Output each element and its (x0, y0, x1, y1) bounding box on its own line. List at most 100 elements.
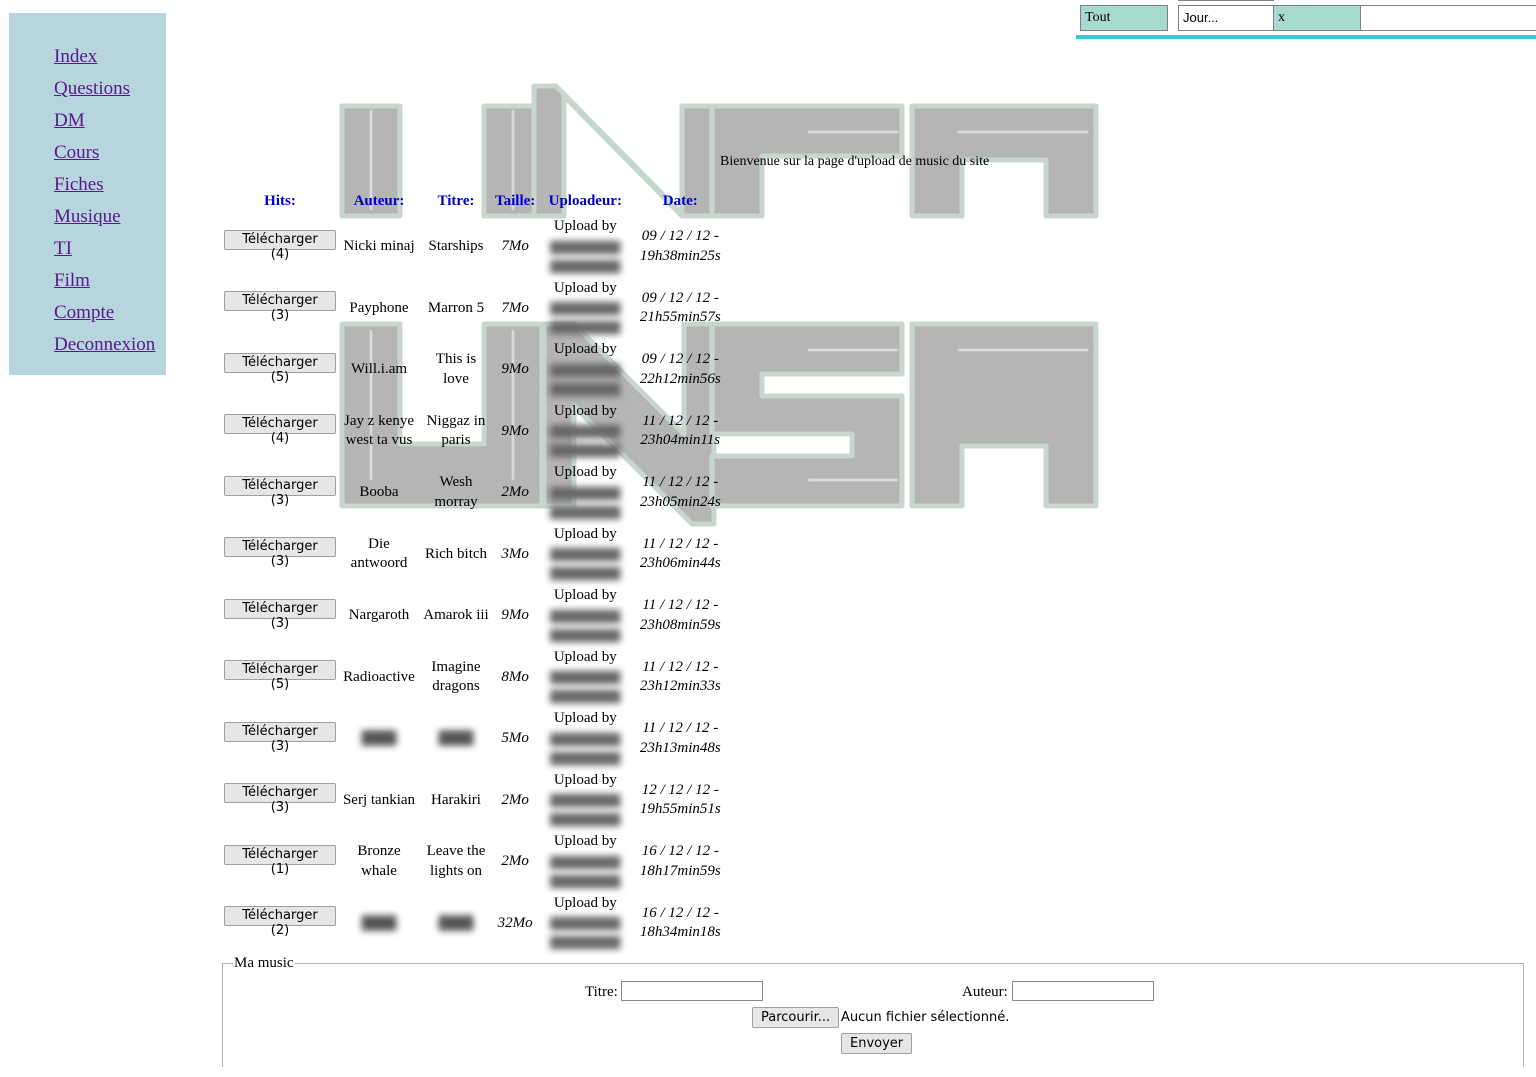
auteur-cell: Payphone (349, 299, 409, 316)
taille-cell: 7Mo (501, 299, 529, 316)
sidebar-nav: Index Questions DM Cours Fiches Musique TI Film… (9, 13, 166, 375)
download-button[interactable]: Télécharger (1) (224, 844, 336, 877)
uploadeur-cell: Upload by ▇▇▇▇▇▇▇ ▇▇▇▇▇▇▇ (538, 708, 632, 770)
table-row: Télécharger (5) Radioactive Imagine dragon… (222, 647, 728, 709)
nav-link-questions[interactable]: Questions (54, 78, 130, 99)
download-button[interactable]: Télécharger (2) (224, 906, 336, 938)
download-button[interactable]: Télécharger (3) (224, 598, 336, 631)
nav-item: Compte (54, 301, 166, 333)
nav-link-dm[interactable]: DM (54, 110, 85, 131)
upload-by-text: Upload by (553, 710, 617, 727)
nav-link-index[interactable]: Index (54, 46, 97, 67)
uploadeur-box: Upload by ▇▇▇▇▇▇▇ ▇▇▇▇▇▇▇ (540, 709, 630, 767)
music-table-body: Télécharger (4) Nicki minaj Starships 7Mo Up… (222, 216, 728, 954)
uploadeur-box: Upload by ▇▇▇▇▇▇▇ ▇▇▇▇▇▇▇ (540, 340, 630, 398)
nav-link-film[interactable]: Film (54, 270, 90, 291)
nav-link-fiches[interactable]: Fiches (54, 174, 104, 195)
table-row: Télécharger (3) Die antwoord Rich bitch 3Mo… (222, 524, 728, 586)
redacted-uploader: ▇▇▇▇▇▇▇ (550, 423, 621, 439)
taille-cell: 32Mo (497, 914, 533, 931)
redacted-uploader: ▇▇▇▇▇▇▇ (550, 484, 621, 500)
redacted-uploader: ▇▇▇▇▇▇▇ (550, 503, 621, 519)
redacted-uploader: ▇▇▇▇▇▇▇ (550, 730, 621, 746)
download-button[interactable]: Télécharger (5) (224, 352, 336, 385)
filter-x-tab[interactable]: x (1273, 5, 1361, 31)
table-row: Télécharger (4) Nicki minaj Starships 7Mo Up… (222, 216, 728, 278)
uploadeur-box: Upload by ▇▇▇▇▇▇▇ ▇▇▇▇▇▇▇ (540, 586, 630, 644)
auteur-cell: Jay z kenye west ta vus (344, 412, 414, 449)
uploadeur-cell: Upload by ▇▇▇▇▇▇▇ ▇▇▇▇▇▇▇ (538, 585, 632, 647)
titre-cell: Wesh morray (434, 474, 478, 510)
taille-cell: 2Mo (501, 791, 529, 808)
nav-item: DM (54, 109, 166, 141)
redacted-uploader: ▇▇▇▇▇▇▇ (550, 915, 621, 931)
taille-cell: 9Mo (501, 607, 529, 623)
taille-cell: 7Mo (501, 238, 529, 254)
table-row: Télécharger (3) Payphone Marron 5 7Mo Upload… (222, 278, 728, 340)
auteur-input[interactable] (1012, 981, 1154, 1001)
redacted-uploader: ▇▇▇▇▇▇▇ (550, 688, 621, 704)
table-row: Télécharger (4) Jay z kenye west ta vus Ni… (222, 401, 728, 463)
auteur-label: Auteur: (962, 984, 1008, 1000)
uploadeur-box: Upload by ▇▇▇▇▇▇▇ ▇▇▇▇▇▇▇ (540, 894, 630, 952)
table-row: Télécharger (3) Nargaroth Amarok iii 9Mo Upl… (222, 585, 728, 647)
uploadeur-cell: Upload by ▇▇▇▇▇▇▇ ▇▇▇▇▇▇▇ (538, 278, 632, 340)
hits-cell: Télécharger (5) (222, 647, 338, 709)
hits-cell: Télécharger (3) (222, 524, 338, 586)
auteur-cell: Booba (359, 484, 399, 500)
download-button[interactable]: Télécharger (3) (224, 291, 336, 323)
nav-link-ti[interactable]: TI (54, 238, 72, 259)
redacted-text: ▇▇▇ (438, 914, 474, 931)
redacted-uploader: ▇▇▇▇▇▇▇ (550, 361, 621, 377)
nav-link-compte[interactable]: Compte (54, 302, 114, 323)
nav-link-musique[interactable]: Musique (54, 206, 121, 227)
page: Index Questions DM Cours Fiches Musique TI Film… (0, 0, 1536, 1077)
auteur-cell: ▇▇▇ (338, 708, 420, 770)
uploadeur-cell: Upload by ▇▇▇▇▇▇▇ ▇▇▇▇▇▇▇ (538, 401, 632, 463)
submit-button[interactable]: Envoyer (841, 1033, 913, 1054)
download-button[interactable]: Télécharger (3) (224, 537, 336, 569)
upload-by-text: Upload by (553, 279, 617, 296)
download-button[interactable]: Télécharger (3) (224, 475, 336, 508)
redacted-uploader: ▇▇▇▇▇▇▇ (550, 749, 621, 765)
upload-by-text: Upload by (553, 402, 617, 419)
ma-music-legend: Ma music (234, 955, 294, 971)
browse-file-button[interactable]: Parcourir... (752, 1007, 840, 1028)
uploadeur-box: Upload by ▇▇▇▇▇▇▇ ▇▇▇▇▇▇▇ (540, 463, 630, 521)
download-button[interactable]: Télécharger (3) (224, 783, 336, 815)
date-cell: 11 / 12 / 12 - 23h13min48s (639, 720, 721, 756)
filter-tout-tab[interactable]: Tout (1080, 5, 1168, 31)
nav-link-cours[interactable]: Cours (54, 142, 99, 163)
auteur-cell: Nargaroth (348, 607, 410, 623)
titre-input[interactable] (621, 981, 763, 1001)
filter-jour-tab[interactable]: Jour... (1178, 5, 1274, 31)
nav-link-deconnexion[interactable]: Deconnexion (54, 334, 155, 355)
upload-by-text: Upload by (553, 771, 617, 788)
download-button[interactable]: Télécharger (5) (224, 660, 336, 692)
date-cell: 16 / 12 / 12 - 18h34min18s (639, 904, 721, 941)
titre-cell: Starships (428, 238, 484, 254)
taille-cell: 3Mo (501, 545, 529, 562)
table-row: Télécharger (3) Booba Wesh morray 2Mo Upload… (222, 462, 728, 524)
redacted-uploader: ▇▇▇▇▇▇▇ (550, 626, 621, 642)
uploadeur-box: Upload by ▇▇▇▇▇▇▇ ▇▇▇▇▇▇▇ (540, 771, 630, 829)
date-cell: 09 / 12 / 12 - 19h38min25s (639, 228, 721, 264)
taille-cell: 8Mo (501, 668, 529, 685)
header-date: Date: (662, 192, 698, 209)
uploadeur-cell: Upload by ▇▇▇▇▇▇▇ ▇▇▇▇▇▇▇ (538, 770, 632, 832)
redacted-uploader: ▇▇▇▇▇▇▇ (550, 238, 621, 254)
music-table: Hits: Auteur: Titre: Taille: Uploadeur: … (222, 186, 728, 954)
download-button[interactable]: Télécharger (3) (224, 721, 336, 754)
download-button[interactable]: Télécharger (4) (224, 229, 336, 262)
welcome-text: Bienvenue sur la page d'upload de music … (720, 154, 990, 169)
download-button[interactable]: Télécharger (4) (224, 414, 336, 446)
date-cell: 16 / 12 / 12 - 18h17min59s (639, 843, 721, 879)
nav-item: Musique (54, 205, 166, 237)
redacted-uploader: ▇▇▇▇▇▇▇ (550, 811, 621, 827)
redacted-uploader: ▇▇▇▇▇▇▇ (550, 546, 621, 562)
uploadeur-box: Upload by ▇▇▇▇▇▇▇ ▇▇▇▇▇▇▇ (540, 648, 630, 706)
uploadeur-cell: Upload by ▇▇▇▇▇▇▇ ▇▇▇▇▇▇▇ (538, 647, 632, 709)
titre-cell: This is love (435, 351, 477, 387)
table-row: Télécharger (3) Serj tankian Harakiri 2Mo Up… (222, 770, 728, 832)
header-auteur: Auteur: (353, 192, 405, 209)
